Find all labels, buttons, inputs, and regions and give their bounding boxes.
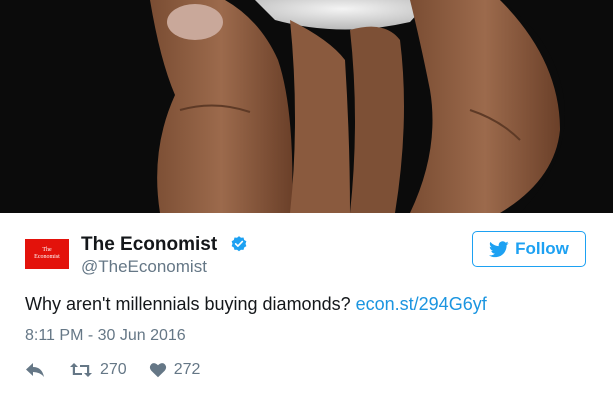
avatar-text-line2: Economist (34, 254, 60, 260)
reply-button[interactable] (25, 362, 45, 378)
like-button[interactable]: 272 (149, 361, 201, 379)
tweet-link[interactable]: econ.st/294G6yf (356, 294, 487, 314)
tweet-text: Why aren't millennials buying diamonds? … (25, 294, 487, 315)
retweet-button[interactable]: 270 (69, 361, 127, 379)
economist-avatar[interactable]: The Economist (25, 239, 69, 269)
reply-icon (26, 363, 44, 377)
account-handle[interactable]: @TheEconomist (81, 257, 207, 277)
tweet-body: Why aren't millennials buying diamonds? (25, 294, 351, 314)
follow-label: Follow (515, 239, 569, 258)
retweet-count: 270 (100, 361, 127, 378)
verified-badge-icon (231, 236, 247, 252)
follow-button[interactable]: Follow (472, 231, 586, 267)
hands-holding-diamond-image (0, 0, 613, 213)
retweet-icon (70, 363, 92, 377)
twitter-bird-icon (489, 240, 509, 257)
heart-icon (149, 363, 166, 378)
avatar-text-line1: The (42, 247, 52, 253)
account-name[interactable]: The Economist (81, 234, 217, 256)
tweet-timestamp[interactable]: 8:11 PM - 30 Jun 2016 (25, 327, 186, 345)
like-count: 272 (173, 361, 201, 378)
tweet-actions: 270 272 (25, 358, 200, 382)
tweet-photo[interactable] (0, 0, 613, 213)
